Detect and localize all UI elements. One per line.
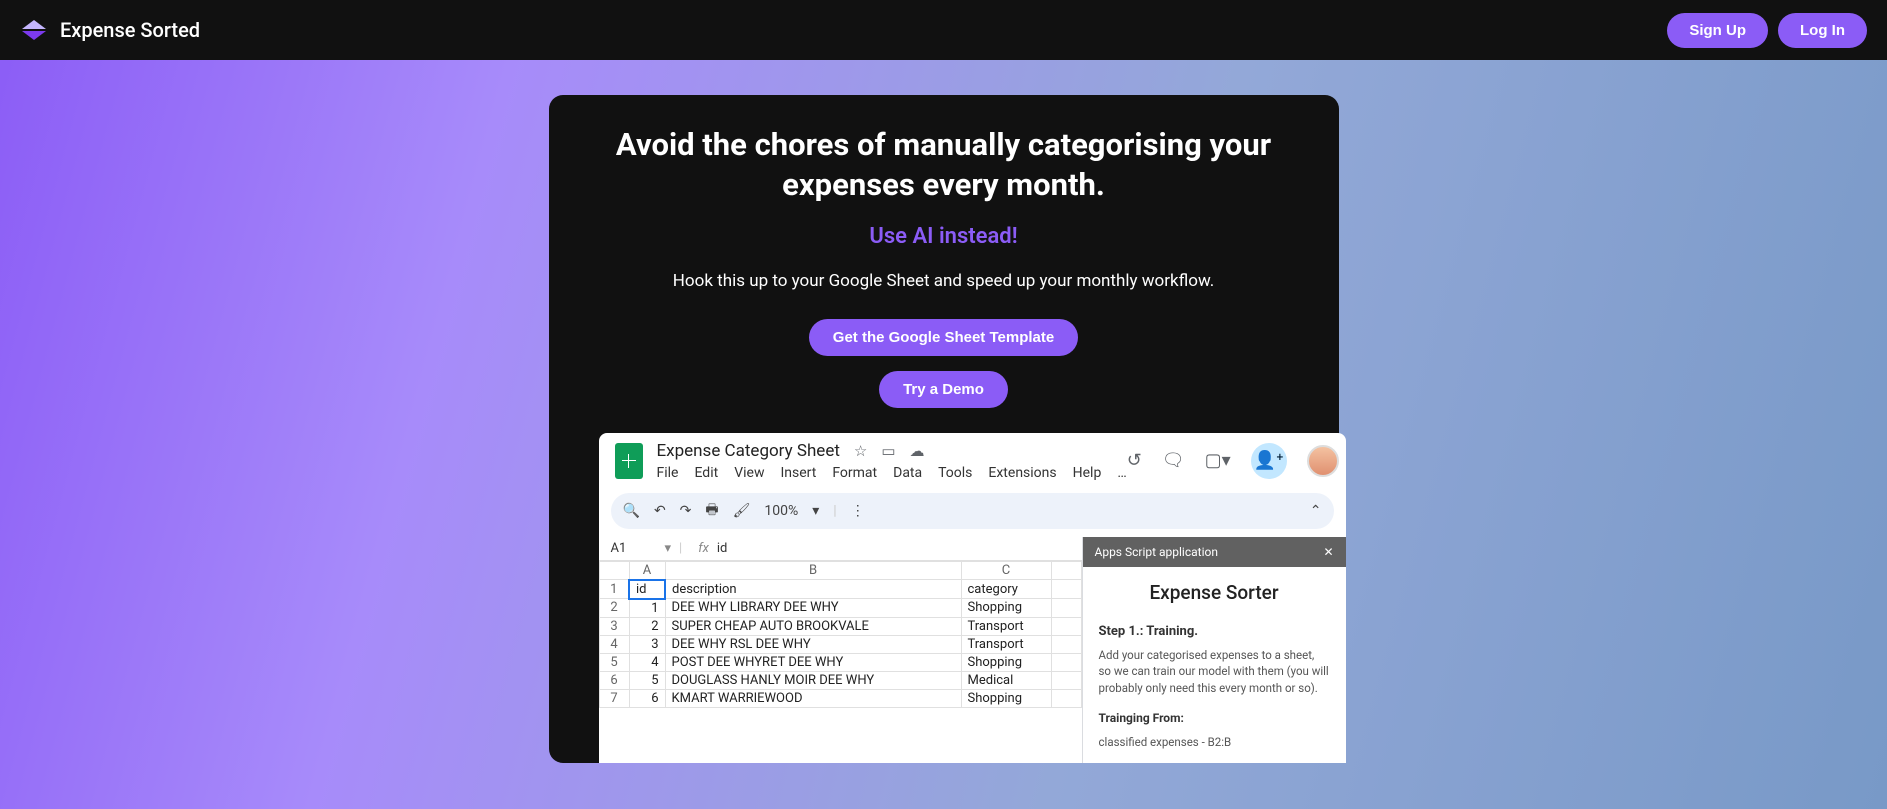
try-demo-button[interactable]: Try a Demo	[879, 371, 1008, 408]
search-icon[interactable]: 🔍	[623, 503, 640, 519]
collapse-toolbar-icon[interactable]: ⌃	[1310, 503, 1322, 519]
spreadsheet-area: A1 ▾ | fx id A B C	[599, 537, 1082, 763]
menu-tools[interactable]: Tools	[938, 465, 972, 481]
get-template-button[interactable]: Get the Google Sheet Template	[809, 319, 1078, 356]
menu-bar: File Edit View Insert Format Data Tools …	[657, 465, 1127, 481]
col-header-extra[interactable]	[1051, 561, 1081, 580]
undo-icon[interactable]: ↶	[654, 503, 666, 519]
sheets-screenshot: Expense Category Sheet ☆ ▭ ☁ File Edit V…	[599, 433, 1346, 763]
table-row: 5 4 POST DEE WHYRET DEE WHY Shopping	[599, 653, 1081, 671]
spreadsheet-grid[interactable]: A B C 1 id description category	[599, 561, 1082, 708]
nav-right: Sign Up Log In	[1667, 13, 1867, 48]
menu-help[interactable]: Help	[1073, 465, 1102, 481]
history-icon[interactable]: ↺	[1127, 450, 1142, 471]
share-button[interactable]: 👤⁺	[1251, 443, 1287, 479]
table-row: 3 2 SUPER CHEAP AUTO BROOKVALE Transport	[599, 617, 1081, 635]
table-row: 1 id description category	[599, 580, 1081, 599]
sheets-toolbar: 🔍 ↶ ↷ 🖶 🖌 100% ▾ | ⋮ ⌃	[611, 493, 1334, 529]
step-description: Add your categorised expenses to a sheet…	[1099, 647, 1330, 697]
hero-section: Avoid the chores of manually categorisin…	[0, 60, 1887, 763]
comments-icon[interactable]: 🗨	[1162, 450, 1185, 471]
headline: Avoid the chores of manually categorisin…	[599, 125, 1289, 206]
star-icon[interactable]: ☆	[854, 442, 867, 460]
menu-extensions[interactable]: Extensions	[988, 465, 1056, 481]
move-icon[interactable]: ▭	[881, 442, 895, 460]
sheets-header: Expense Category Sheet ☆ ▭ ☁ File Edit V…	[599, 433, 1346, 489]
sidebar-header-title: Apps Script application	[1095, 545, 1218, 559]
user-avatar[interactable]	[1307, 445, 1339, 477]
paint-format-icon[interactable]: 🖌	[733, 503, 751, 519]
fx-label: fx	[698, 541, 709, 556]
menu-file[interactable]: File	[657, 465, 679, 481]
training-from-value: classified expenses - B2:B	[1099, 735, 1330, 749]
nav-left: Expense Sorted	[20, 16, 200, 44]
google-sheets-icon	[615, 443, 643, 479]
redo-icon[interactable]: ↷	[680, 503, 692, 519]
meet-icon[interactable]: ▢▾	[1205, 450, 1231, 471]
menu-insert[interactable]: Insert	[780, 465, 816, 481]
navbar: Expense Sorted Sign Up Log In	[0, 0, 1887, 60]
signup-button[interactable]: Sign Up	[1667, 13, 1768, 48]
zoom-dropdown-icon[interactable]: ▾	[812, 503, 819, 519]
table-row: 2 1 DEE WHY LIBRARY DEE WHY Shopping	[599, 599, 1081, 618]
menu-data[interactable]: Data	[893, 465, 922, 481]
menu-format[interactable]: Format	[832, 465, 877, 481]
close-icon[interactable]: ✕	[1323, 545, 1333, 559]
cell-reference[interactable]: A1	[605, 539, 665, 558]
cloud-icon[interactable]: ☁	[910, 442, 925, 460]
print-icon[interactable]: 🖶	[705, 499, 718, 523]
sidebar-app-title: Expense Sorter	[1099, 581, 1330, 604]
table-row: 4 3 DEE WHY RSL DEE WHY Transport	[599, 635, 1081, 653]
tagline: Hook this up to your Google Sheet and sp…	[599, 271, 1289, 291]
hero-card: Avoid the chores of manually categorisin…	[549, 95, 1339, 763]
menu-more[interactable]: …	[1117, 465, 1126, 481]
table-row: 6 5 DOUGLASS HANLY MOIR DEE WHY Medical	[599, 671, 1081, 689]
login-button[interactable]: Log In	[1778, 13, 1867, 48]
zoom-level[interactable]: 100%	[764, 503, 798, 519]
col-header-a[interactable]: A	[629, 561, 665, 580]
apps-script-sidebar: Apps Script application ✕ Expense Sorter…	[1082, 537, 1346, 763]
subheadline: Use AI instead!	[599, 224, 1289, 249]
formula-bar-value[interactable]: id	[717, 541, 728, 556]
sheet-title[interactable]: Expense Category Sheet	[657, 441, 840, 461]
cellref-dropdown-icon[interactable]: ▾	[665, 541, 672, 556]
col-header-b[interactable]: B	[665, 561, 961, 580]
training-from-label: Trainging From:	[1099, 711, 1330, 725]
step-title: Step 1.: Training.	[1099, 624, 1330, 639]
brand-name[interactable]: Expense Sorted	[60, 18, 200, 42]
table-row: 7 6 KMART WARRIEWOOD Shopping	[599, 689, 1081, 707]
col-header-c[interactable]: C	[961, 561, 1051, 580]
logo-icon	[20, 16, 48, 44]
menu-edit[interactable]: Edit	[694, 465, 718, 481]
menu-view[interactable]: View	[734, 465, 764, 481]
col-header-blank[interactable]	[599, 561, 629, 580]
more-toolbar-icon[interactable]: ⋮	[851, 503, 865, 519]
